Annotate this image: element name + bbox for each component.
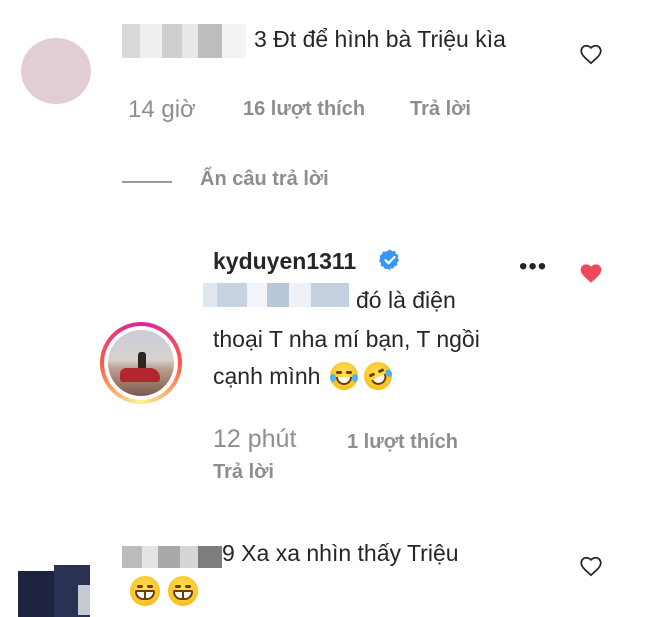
comment-text: 3 Đt để hình bà Triệu kìa — [254, 26, 506, 52]
emoji-row — [130, 576, 206, 606]
comment-text: 9 Xa xa nhìn thấy Triệu — [222, 540, 459, 566]
avatar[interactable] — [21, 38, 91, 104]
reply-text-line: cạnh mình — [213, 357, 398, 395]
comment-time: 14 giờ — [128, 96, 196, 123]
reply-time: 12 phút — [213, 425, 297, 453]
grin-emoji — [168, 576, 198, 606]
divider — [122, 181, 172, 183]
like-count[interactable]: 1 lượt thích — [347, 431, 458, 454]
username[interactable]: kyduyen1311 — [213, 248, 356, 275]
reply-button[interactable]: Trả lời — [410, 98, 471, 121]
heart-outline-icon[interactable] — [578, 553, 604, 579]
rofl-emoji — [359, 357, 398, 395]
heart-filled-icon[interactable] — [578, 260, 604, 286]
more-options-icon[interactable]: ••• — [519, 255, 547, 279]
blurred-username — [122, 546, 222, 568]
grin-emoji — [130, 576, 160, 606]
reply-text-line: đó là điện — [356, 287, 456, 313]
hide-replies-button[interactable]: Ẩn câu trả lời — [200, 168, 329, 191]
reply-text-line: thoại T nha mí bạn, T ngồi — [213, 326, 480, 352]
avatar[interactable] — [18, 565, 90, 617]
joy-emoji — [330, 362, 359, 390]
avatar — [108, 330, 174, 396]
blurred-mention — [203, 283, 349, 307]
reply-button[interactable]: Trả lời — [213, 461, 274, 484]
avatar-story-ring[interactable] — [100, 322, 182, 404]
like-count[interactable]: 16 lượt thích — [243, 98, 365, 121]
blurred-username — [122, 24, 246, 58]
verified-badge-icon — [379, 249, 399, 271]
reply-text: cạnh mình — [213, 362, 321, 389]
heart-outline-icon[interactable] — [578, 41, 604, 67]
